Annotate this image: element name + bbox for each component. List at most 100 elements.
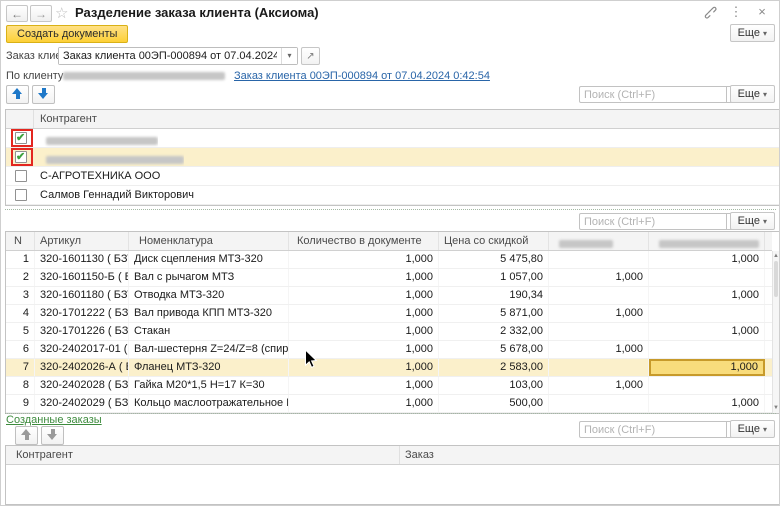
cell-contractor1-qty[interactable]	[549, 359, 649, 376]
item-row[interactable]: 8 320-2402028 ( БЗТ... Гайка М20*1,5 Н=1…	[6, 377, 772, 395]
move-down-button[interactable]	[32, 85, 55, 104]
cell-contractor1-qty[interactable]: 1,000	[549, 377, 649, 394]
items-search-input[interactable]	[579, 213, 727, 230]
cell-contractor1-qty[interactable]	[549, 395, 649, 412]
more-button-created-orders[interactable]: Еще▾	[730, 420, 775, 438]
cell-contractor2-qty[interactable]: 1,000	[649, 359, 765, 376]
cell-contractor2-qty[interactable]	[649, 377, 765, 394]
move-up-button[interactable]	[6, 85, 29, 104]
cell-qty[interactable]: 1,000	[289, 251, 439, 268]
cell-price[interactable]: 190,34	[439, 287, 549, 304]
cell-contractor1-qty[interactable]: 1,000	[549, 269, 649, 286]
open-order-button[interactable]: ↗	[301, 47, 320, 65]
cell-price[interactable]: 500,00	[439, 395, 549, 412]
cell-price[interactable]: 5 678,00	[439, 341, 549, 358]
contractor-checkbox[interactable]	[15, 189, 27, 201]
items-vertical-scrollbar[interactable]: ▲ ▼	[772, 251, 779, 413]
dropdown-arrow-icon[interactable]: ▾	[281, 48, 297, 64]
cell-qty[interactable]: 1,000	[289, 287, 439, 304]
more-button-contractors[interactable]: Еще▾	[730, 85, 775, 103]
item-row[interactable]: 1 320-1601130 ( БЗТ... Диск сцепления МТ…	[6, 251, 772, 269]
cell-article[interactable]: 320-1601180 ( БЗТ...	[35, 287, 129, 304]
item-row[interactable]: 2 320-1601150-Б ( БЗ... Вал с рычагом МТ…	[6, 269, 772, 287]
created-orders-link[interactable]: Созданные заказы	[6, 414, 102, 426]
cell-qty[interactable]: 1,000	[289, 377, 439, 394]
cell-price[interactable]: 2 583,00	[439, 359, 549, 376]
cell-qty[interactable]: 1,000	[289, 395, 439, 412]
item-row[interactable]: 3 320-1601180 ( БЗТ... Отводка МТЗ-320 1…	[6, 287, 772, 305]
cell-qty[interactable]: 1,000	[289, 359, 439, 376]
favorite-star-icon[interactable]: ☆	[55, 4, 68, 22]
cell-article[interactable]: 320-2402026-А ( БЗ...	[35, 359, 129, 376]
cell-qty[interactable]: 1,000	[289, 305, 439, 322]
item-row[interactable]: 9 320-2402029 ( БЗТ... Кольцо маслоотраж…	[6, 395, 772, 413]
contractor-checkbox[interactable]	[15, 170, 27, 182]
cell-contractor1-qty[interactable]	[549, 251, 649, 268]
cell-contractor1-qty[interactable]	[549, 323, 649, 340]
forward-button[interactable]: →	[30, 5, 52, 22]
section-splitter-bottom[interactable]	[5, 413, 776, 414]
cell-contractor2-qty[interactable]: 1,000	[649, 251, 765, 268]
cell-article[interactable]: 320-1601130 ( БЗТ...	[35, 251, 129, 268]
scroll-down-icon[interactable]: ▼	[773, 404, 779, 412]
cell-article[interactable]: 320-2402017-01 ( М...	[35, 341, 129, 358]
created-move-down-button[interactable]	[41, 426, 64, 445]
window-menu-button[interactable]: ⋮	[728, 4, 744, 20]
cell-contractor2-qty[interactable]	[649, 305, 765, 322]
scroll-up-icon[interactable]: ▲	[773, 252, 779, 260]
cell-contractor2-qty[interactable]: 1,000	[649, 323, 765, 340]
item-row[interactable]: 4 320-1701222 ( БЗТ... Вал привода КПП М…	[6, 305, 772, 323]
cell-article[interactable]: 320-1701222 ( БЗТ...	[35, 305, 129, 322]
cell-nomenclature[interactable]: Кольцо маслоотражательное МТЗ-320	[129, 395, 289, 412]
cell-nomenclature[interactable]: Стакан	[129, 323, 289, 340]
contractor-row[interactable]: Салмов Геннадий Викторович	[6, 186, 779, 205]
back-button[interactable]: ←	[6, 5, 28, 22]
cell-nomenclature[interactable]: Отводка МТЗ-320	[129, 287, 289, 304]
cell-contractor2-qty[interactable]: 1,000	[649, 395, 765, 412]
created-move-up-button[interactable]	[15, 426, 38, 445]
cell-price[interactable]: 5 475,80	[439, 251, 549, 268]
more-button-top[interactable]: Еще▾	[730, 24, 775, 42]
item-row[interactable]: 5 320-1701226 ( БЗТ... Стакан 1,000 2 33…	[6, 323, 772, 341]
cell-contractor2-qty[interactable]	[649, 341, 765, 358]
cell-contractor2-qty[interactable]: 1,000	[649, 287, 765, 304]
created-orders-search-input[interactable]	[579, 421, 727, 438]
cell-nomenclature[interactable]: Диск сцепления МТЗ-320	[129, 251, 289, 268]
item-row[interactable]: 7 320-2402026-А ( БЗ... Фланец МТЗ-320 1…	[6, 359, 772, 377]
cell-qty[interactable]: 1,000	[289, 269, 439, 286]
cell-contractor1-qty[interactable]: 1,000	[549, 341, 649, 358]
get-link-icon[interactable]	[702, 6, 718, 22]
cell-qty[interactable]: 1,000	[289, 341, 439, 358]
scrollbar-thumb[interactable]	[774, 261, 778, 297]
cell-article[interactable]: 320-2402028 ( БЗТ...	[35, 377, 129, 394]
contractor-row[interactable]	[6, 129, 779, 148]
section-splitter-top[interactable]	[5, 209, 776, 210]
cell-contractor1-qty[interactable]: 1,000	[549, 305, 649, 322]
contractor-row[interactable]	[6, 148, 779, 167]
cell-contractor2-qty[interactable]	[649, 269, 765, 286]
contractor-row[interactable]: С-АГРОТЕХНИКА ООО	[6, 167, 779, 186]
cell-price[interactable]: 2 332,00	[439, 323, 549, 340]
more-button-items[interactable]: Еще▾	[730, 212, 775, 230]
contractor-checkbox[interactable]	[15, 132, 27, 144]
cell-nomenclature[interactable]: Гайка М20*1,5 Н=17 К=30	[129, 377, 289, 394]
create-documents-button[interactable]: Создать документы	[6, 25, 128, 43]
item-row[interactable]: 6 320-2402017-01 ( М... Вал-шестерня Z=2…	[6, 341, 772, 359]
cell-contractor1-qty[interactable]	[549, 287, 649, 304]
cell-nomenclature[interactable]: Вал с рычагом МТЗ	[129, 269, 289, 286]
contractors-search-input[interactable]	[579, 86, 727, 103]
contractor-checkbox[interactable]	[15, 151, 27, 163]
order-link[interactable]: Заказ клиента 00ЭП-000894 от 07.04.2024 …	[234, 70, 490, 82]
customer-order-input[interactable]	[59, 48, 281, 64]
cell-price[interactable]: 5 871,00	[439, 305, 549, 322]
cell-qty[interactable]: 1,000	[289, 323, 439, 340]
cell-nomenclature[interactable]: Вал-шестерня Z=24/Z=8 (спираль лев...	[129, 341, 289, 358]
cell-price[interactable]: 103,00	[439, 377, 549, 394]
close-button[interactable]: ×	[754, 4, 770, 19]
cell-article[interactable]: 320-1601150-Б ( БЗ...	[35, 269, 129, 286]
cell-article[interactable]: 320-2402029 ( БЗТ...	[35, 395, 129, 412]
cell-nomenclature[interactable]: Вал привода КПП МТЗ-320	[129, 305, 289, 322]
cell-price[interactable]: 1 057,00	[439, 269, 549, 286]
cell-nomenclature[interactable]: Фланец МТЗ-320	[129, 359, 289, 376]
cell-article[interactable]: 320-1701226 ( БЗТ...	[35, 323, 129, 340]
